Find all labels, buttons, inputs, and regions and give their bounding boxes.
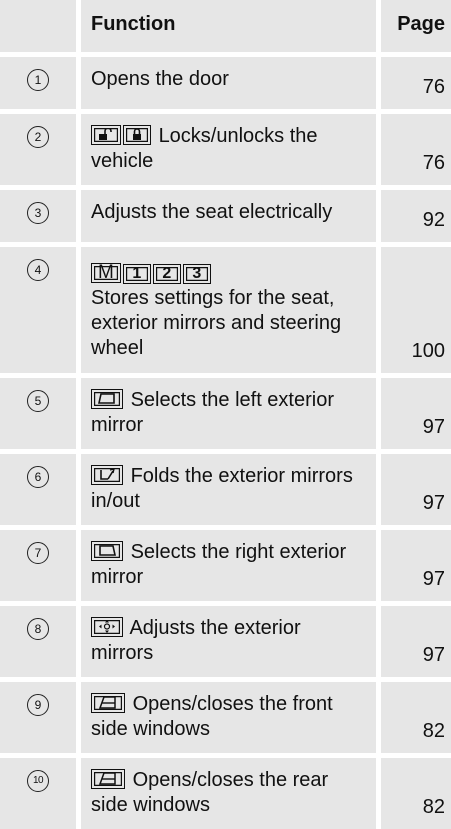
row-page: 97 [381,454,451,525]
row-number: 4 [27,259,49,281]
row-number-cell: 4 [0,247,76,373]
lock-icon [123,125,151,145]
row-number-cell: 7 [0,530,76,601]
row-text: Selects the right exterior mirror [91,541,347,588]
row-description: Folds the exterior mirrors in/out [81,454,376,525]
row-number-cell: 3 [0,190,76,242]
row-description: Locks/unlocks the vehicle [81,114,376,185]
row-page: 76 [381,114,451,185]
row-number: 2 [27,126,49,148]
window-switch-icon [91,769,125,789]
left-mirror-icon [91,389,123,409]
row-number-cell: 9 [0,682,76,753]
unlock-icon [91,125,121,145]
row-number: 3 [27,202,49,224]
row-number: 1 [27,69,49,91]
row-description: Opens the door [81,57,376,109]
row-page: 97 [381,606,451,677]
right-mirror-icon [91,541,123,561]
row-description: Adjusts the exterior mirrors [81,606,376,677]
row-number-cell: 8 [0,606,76,677]
memory-key-2: 2 [152,264,181,284]
memory-key-m: M [91,263,121,283]
header-function: Function [81,0,376,52]
row-page: 92 [381,190,451,242]
row-number: 8 [27,618,49,640]
row-text: Adjusts the seat electrically [91,201,333,223]
header-page: Page [381,0,451,52]
window-switch-icon [91,693,125,713]
row-number: 5 [27,390,49,412]
row-page: 76 [381,57,451,109]
row-text: Opens the door [91,68,229,90]
row-description: Opens/closes the front side windows [81,682,376,753]
row-number: 9 [27,694,49,716]
row-page: 82 [381,758,451,829]
row-number-cell: 2 [0,114,76,185]
row-number: 10 [27,770,49,792]
memory-key-1: 1 [122,264,151,284]
row-number: 6 [27,466,49,488]
memory-key-3: 3 [182,264,211,284]
row-page: 97 [381,530,451,601]
row-description: Opens/closes the rear side windows [81,758,376,829]
row-number-cell: 5 [0,378,76,449]
row-page: 97 [381,378,451,449]
row-text: Stores settings for the seat, exterior m… [91,287,342,359]
row-number-cell: 6 [0,454,76,525]
row-description: Selects the left exterior mirror [81,378,376,449]
row-text: Opens/closes the rear side windows [91,769,329,816]
row-description: Selects the right exterior mirror [81,530,376,601]
mirror-adjust-icon [91,617,123,637]
header-number-cell [0,0,76,52]
row-page: 100 [381,247,451,373]
row-description: Adjusts the seat electrically [81,190,376,242]
row-number: 7 [27,542,49,564]
mirror-fold-icon [91,465,123,485]
function-table: Function Page 1 Opens the door 76 2 Lock… [0,0,451,829]
row-text: Opens/closes the front side windows [91,693,333,740]
row-number-cell: 1 [0,57,76,109]
row-number-cell: 10 [0,758,76,829]
row-page: 82 [381,682,451,753]
row-description: M123 Stores settings for the seat, exter… [81,247,376,373]
row-text: Folds the exterior mirrors in/out [91,465,353,512]
row-text: Selects the left exterior mirror [91,389,334,436]
